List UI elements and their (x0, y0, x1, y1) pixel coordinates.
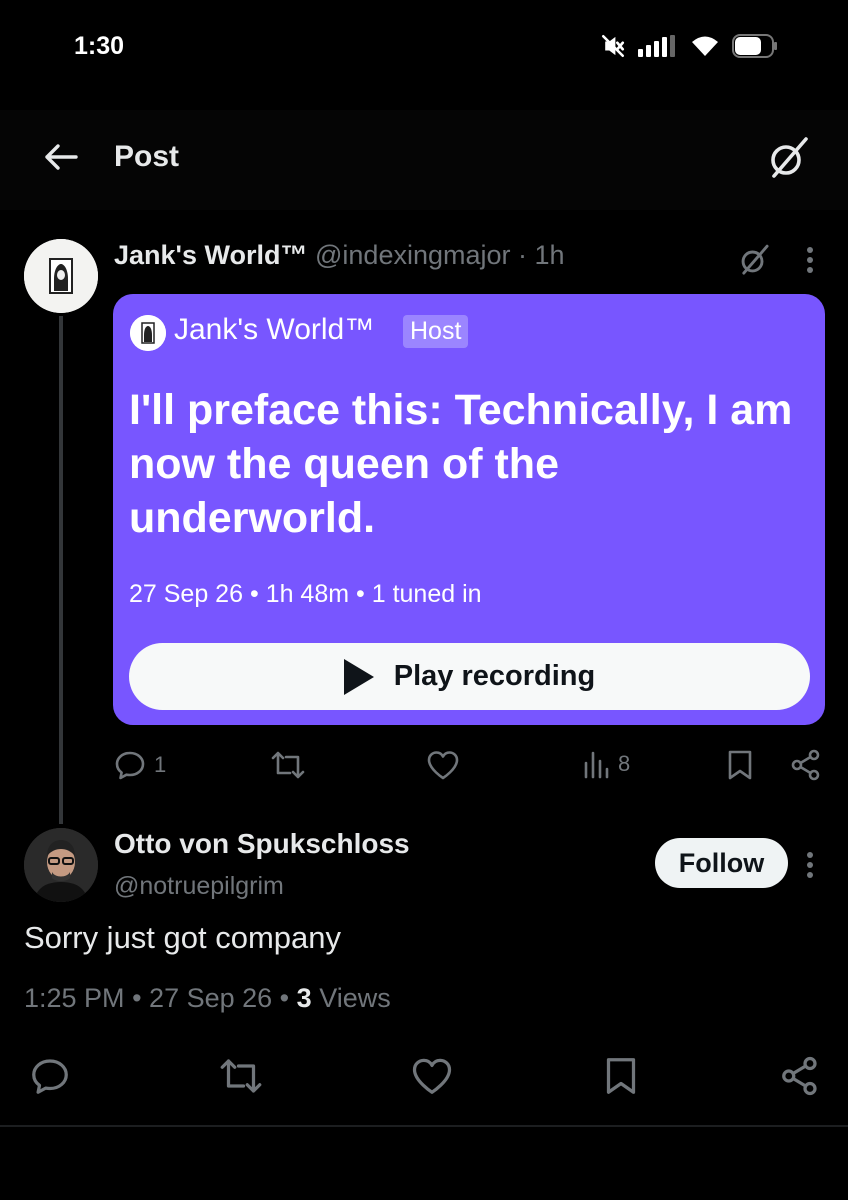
avatar-image (24, 239, 98, 313)
bookmark-action[interactable] (725, 749, 755, 781)
reply-date[interactable]: 27 Sep 26 (149, 983, 272, 1013)
author-name[interactable]: Jank's World™ (114, 240, 307, 270)
heart-icon (427, 751, 459, 780)
views-count: 8 (618, 751, 631, 776)
reply-repost-action[interactable] (218, 1056, 264, 1096)
share-icon (782, 1056, 817, 1096)
more-vertical-icon (807, 247, 813, 273)
reply-icon (32, 1059, 68, 1094)
grok-button[interactable] (760, 130, 816, 186)
reply-time[interactable]: 1:25 PM (24, 983, 125, 1013)
repost-icon (220, 1059, 262, 1093)
reply-views-label: Views (319, 983, 391, 1013)
status-time: 1:30 (74, 32, 125, 60)
analytics-icon (584, 751, 609, 779)
more-vertical-icon (807, 852, 813, 878)
host-avatar-image (130, 315, 166, 351)
meta-dot: • (356, 580, 365, 608)
repost-action[interactable] (270, 749, 306, 781)
views-action[interactable]: 8 (582, 749, 630, 779)
wifi-icon (692, 36, 718, 56)
meta-separator: · (518, 240, 528, 270)
grok-icon (771, 137, 808, 178)
status-icons (600, 33, 778, 59)
space-duration: 1h 48m (265, 580, 350, 608)
play-icon (343, 658, 374, 695)
reply-like-action[interactable] (410, 1056, 454, 1096)
meta-dot: • (279, 983, 290, 1013)
share-action[interactable] (790, 749, 822, 781)
reply-author-avatar[interactable] (24, 828, 98, 902)
like-action[interactable] (426, 749, 460, 781)
author-avatar[interactable] (24, 239, 98, 313)
battery-icon (732, 34, 777, 58)
reply-avatar-image (24, 828, 98, 902)
share-icon (791, 749, 820, 781)
space-title: I'll preface this: Technically, I am now… (129, 386, 793, 542)
meta-dot: • (249, 580, 259, 608)
space-date: 27 Sep 26 (129, 580, 243, 608)
post-more-button[interactable] (796, 240, 824, 280)
reply-icon (115, 751, 145, 780)
post-time: 1h (534, 240, 565, 270)
thread-line (59, 316, 63, 824)
reply-views-count: 3 (296, 983, 312, 1013)
play-recording-button[interactable]: Play recording (129, 643, 810, 710)
reply-author-name[interactable]: Otto von Spukschloss (114, 828, 410, 860)
heart-icon (412, 1058, 452, 1094)
author-handle[interactable]: @indexingmajor (315, 240, 511, 270)
space-host-name: Jank's World™ (174, 313, 375, 346)
grok-icon (741, 244, 769, 275)
page-title: Post (114, 140, 180, 173)
reply-more-button[interactable] (796, 845, 824, 885)
space-tuned-in: 1 tuned in (371, 580, 482, 608)
bookmark-icon (606, 1058, 636, 1094)
reply-reply-action[interactable] (30, 1056, 70, 1096)
host-badge: Host (403, 315, 469, 348)
reply-meta: 1:25 PM • 27 Sep 26 • 3 Views (24, 983, 391, 1014)
post-meta: Jank's World™ @indexingmajor · 1h (114, 240, 565, 271)
reply-share-action[interactable] (780, 1056, 820, 1096)
follow-button[interactable]: Follow (655, 838, 788, 888)
back-button[interactable] (38, 134, 84, 180)
repost-icon (271, 751, 305, 779)
back-arrow-icon (45, 144, 78, 170)
reply-action[interactable]: 1 (114, 749, 166, 781)
reply-count: 1 (154, 752, 167, 777)
mute-icon (601, 34, 625, 58)
signal-icon (638, 35, 675, 57)
reply-text: Sorry just got company (24, 920, 342, 955)
meta-dot: • (132, 983, 142, 1013)
reply-bookmark-action[interactable] (602, 1056, 640, 1096)
play-recording-label: Play recording (393, 660, 596, 692)
bookmark-icon (728, 750, 752, 780)
space-meta: 27 Sep 26 • 1h 48m • 1 tuned in (129, 580, 482, 609)
grok-post-button[interactable] (734, 240, 774, 280)
divider (0, 1125, 848, 1127)
reply-author-handle[interactable]: @notruepilgrim (114, 872, 284, 901)
host-avatar (130, 315, 166, 351)
